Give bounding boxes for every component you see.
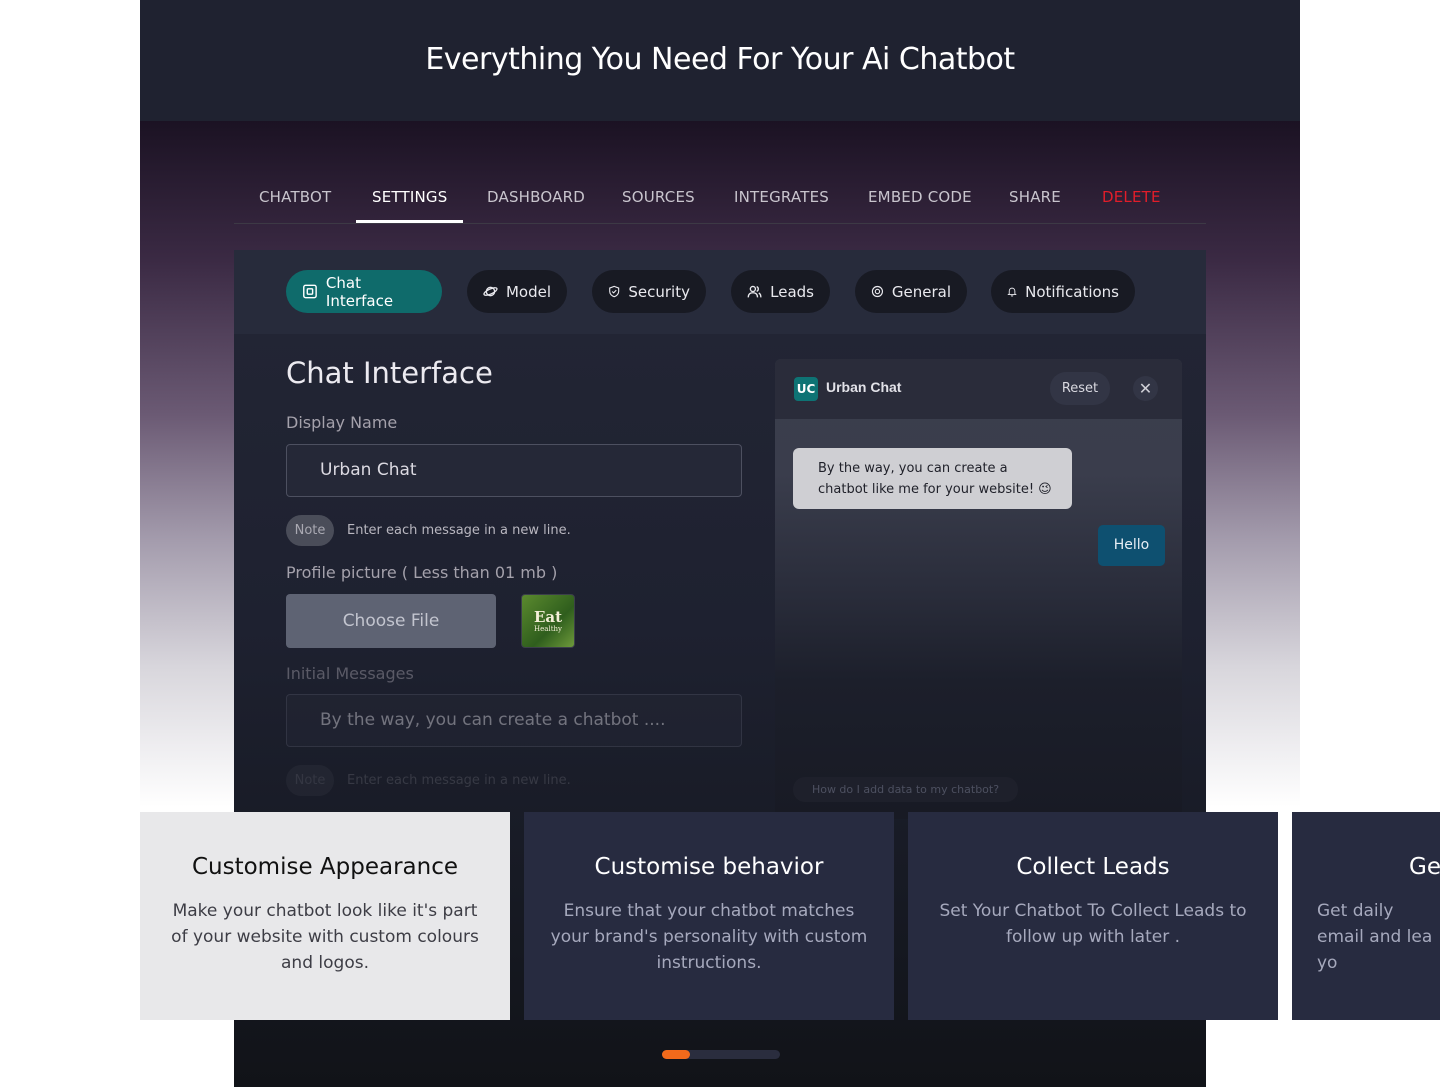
subnav-label: Chat Interface xyxy=(325,273,394,310)
display-name-field[interactable]: Urban Chat xyxy=(286,444,742,497)
feature-card-title: Ge xyxy=(1409,854,1440,880)
active-tab-indicator xyxy=(356,220,463,223)
subnav-label: Security xyxy=(628,282,690,301)
subnav-label: Leads xyxy=(770,282,814,301)
note-text: Enter each message in a new line. xyxy=(347,523,571,538)
feature-card-body: Ensure that your chatbot matches your br… xyxy=(550,901,868,973)
subnav-label: Model xyxy=(505,282,551,301)
subnav-model[interactable]: Model xyxy=(467,270,567,313)
feature-card: Customise behavior Ensure that your chat… xyxy=(524,812,894,1020)
tab-delete[interactable]: DELETE xyxy=(1102,188,1161,206)
carousel-scrollbar[interactable] xyxy=(662,1050,780,1059)
thumbnail-subtext: Healthy xyxy=(534,625,562,633)
tab-sources[interactable]: SOURCES xyxy=(622,188,695,206)
top-tab-bar: CHATBOT SETTINGS DASHBOARD SOURCES INTEG… xyxy=(234,178,1206,224)
note-text: Enter each message in a new line. xyxy=(347,773,571,788)
note-badge: Note xyxy=(286,765,334,796)
section-title: Chat Interface xyxy=(286,356,493,390)
reset-button[interactable]: Reset xyxy=(1050,372,1110,405)
feature-card-body: Make your chatbot look like it's part of… xyxy=(171,901,479,973)
tab-integrates[interactable]: INTEGRATES xyxy=(734,188,829,206)
feature-card-title: Collect Leads xyxy=(1016,854,1170,880)
tab-dashboard[interactable]: DASHBOARD xyxy=(487,188,585,206)
subnav-label: Notifications xyxy=(1025,282,1119,301)
chat-interface-icon xyxy=(303,284,317,299)
subnav-general[interactable]: General xyxy=(855,270,967,313)
chatbot-logo: UC xyxy=(794,377,818,401)
feature-card-title: Customise behavior xyxy=(594,854,824,880)
subnav-notifications[interactable]: Notifications xyxy=(991,270,1135,313)
feature-card-body: Set Your Chatbot To Collect Leads to fol… xyxy=(939,901,1247,947)
subnav-security[interactable]: Security xyxy=(592,270,706,313)
users-icon xyxy=(747,285,762,298)
tab-settings[interactable]: SETTINGS xyxy=(372,188,447,206)
feature-card: Customise Appearance Make your chatbot l… xyxy=(140,812,510,1020)
thumbnail-text: Eat xyxy=(533,608,563,626)
carousel-scrollbar-thumb[interactable] xyxy=(662,1050,690,1059)
shield-check-icon xyxy=(609,285,620,298)
suggested-question[interactable]: How do I add data to my chatbot? xyxy=(793,777,1018,802)
close-icon[interactable]: ✕ xyxy=(1133,376,1158,401)
subnav-leads[interactable]: Leads xyxy=(731,270,830,313)
user-message: Hello xyxy=(1098,525,1165,566)
tab-share[interactable]: SHARE xyxy=(1009,188,1061,206)
chat-preview: UC Urban Chat Reset ✕ By the way, you ca… xyxy=(775,359,1182,819)
note-badge: Note xyxy=(286,515,334,546)
hero-title: Everything You Need For Your Ai Chatbot xyxy=(425,42,1015,77)
initial-messages-field[interactable]: By the way, you can create a chatbot ...… xyxy=(286,694,742,747)
planet-icon xyxy=(483,286,498,297)
feature-card-body: Get daily email and lea yo xyxy=(1317,901,1433,973)
tab-embed-code[interactable]: EMBED CODE xyxy=(868,188,972,206)
settings-subnav: Chat Interface Model Security Leads Gene… xyxy=(234,250,1206,334)
choose-file-button[interactable]: Choose File xyxy=(286,594,496,648)
landing-section: Everything You Need For Your Ai Chatbot … xyxy=(0,0,1440,1087)
profile-picture-thumbnail[interactable]: Eat Healthy xyxy=(521,594,575,648)
chatbot-name: Urban Chat xyxy=(826,379,902,395)
feature-card: Collect Leads Set Your Chatbot To Collec… xyxy=(908,812,1278,1020)
subnav-chat-interface[interactable]: Chat Interface xyxy=(286,270,442,313)
feature-card-title: Customise Appearance xyxy=(191,854,459,880)
feature-card-partial: Ge Get daily email and lea yo xyxy=(1292,812,1440,1020)
bell-icon xyxy=(1007,287,1017,297)
bot-message: By the way, you can create a chatbot lik… xyxy=(793,448,1072,509)
chat-header: UC Urban Chat Reset ✕ xyxy=(775,359,1182,419)
hero-header: Everything You Need For Your Ai Chatbot xyxy=(140,0,1300,121)
initial-messages-label: Initial Messages xyxy=(286,664,414,683)
subnav-label: General xyxy=(891,282,951,301)
profile-picture-label: Profile picture ( Less than 01 mb ) xyxy=(286,563,558,582)
target-icon xyxy=(871,285,884,298)
tab-chatbot[interactable]: CHATBOT xyxy=(259,188,331,206)
display-name-label: Display Name xyxy=(286,413,398,432)
